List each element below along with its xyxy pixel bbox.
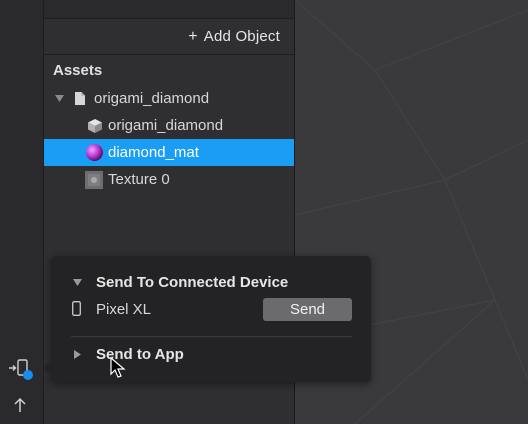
tree-item-label: origami_diamond <box>108 117 224 134</box>
add-object-label: Add Object <box>203 28 280 45</box>
tree-item-origami-diamond-group[interactable]: origami_diamond <box>44 85 294 112</box>
tree-item-texture-0[interactable]: Texture 0 <box>44 166 294 193</box>
plus-icon: + <box>188 28 198 45</box>
disclosure-triangle-collapsed-icon[interactable] <box>74 350 81 359</box>
send-popover: Send To Connected Device Pixel XL Send S… <box>43 256 371 382</box>
add-object-button[interactable]: + Add Object <box>188 28 280 46</box>
texture-icon <box>85 171 103 189</box>
send-button[interactable]: Send <box>263 298 352 321</box>
mouse-cursor-icon <box>110 357 126 378</box>
tree-item-label: Texture 0 <box>108 171 170 188</box>
assets-header: Assets <box>53 62 103 79</box>
file-icon <box>75 92 85 105</box>
panel-topbar <box>44 0 294 19</box>
send-to-device-button[interactable] <box>7 356 37 380</box>
divider <box>71 336 352 337</box>
cube-icon <box>88 119 102 133</box>
section-title-connected-device[interactable]: Send To Connected Device <box>96 274 288 291</box>
material-sphere-icon <box>86 144 103 161</box>
disclosure-triangle-icon[interactable] <box>55 95 64 102</box>
device-name: Pixel XL <box>96 301 152 318</box>
phone-icon <box>72 301 81 316</box>
arrow-up-icon <box>14 397 26 412</box>
tree-item-origami-diamond-mesh[interactable]: origami_diamond <box>44 112 294 139</box>
tree-item-label: diamond_mat <box>108 144 199 161</box>
status-dot <box>23 370 33 380</box>
divider <box>44 54 294 55</box>
disclosure-triangle-icon[interactable] <box>73 279 82 286</box>
left-toolbar <box>0 0 44 424</box>
upload-button[interactable] <box>10 394 30 416</box>
send-to-device-icon <box>9 359 33 380</box>
tree-item-diamond-mat[interactable]: diamond_mat <box>44 139 294 166</box>
tree-item-label: origami_diamond <box>94 90 210 107</box>
popover-arrow <box>43 360 51 376</box>
